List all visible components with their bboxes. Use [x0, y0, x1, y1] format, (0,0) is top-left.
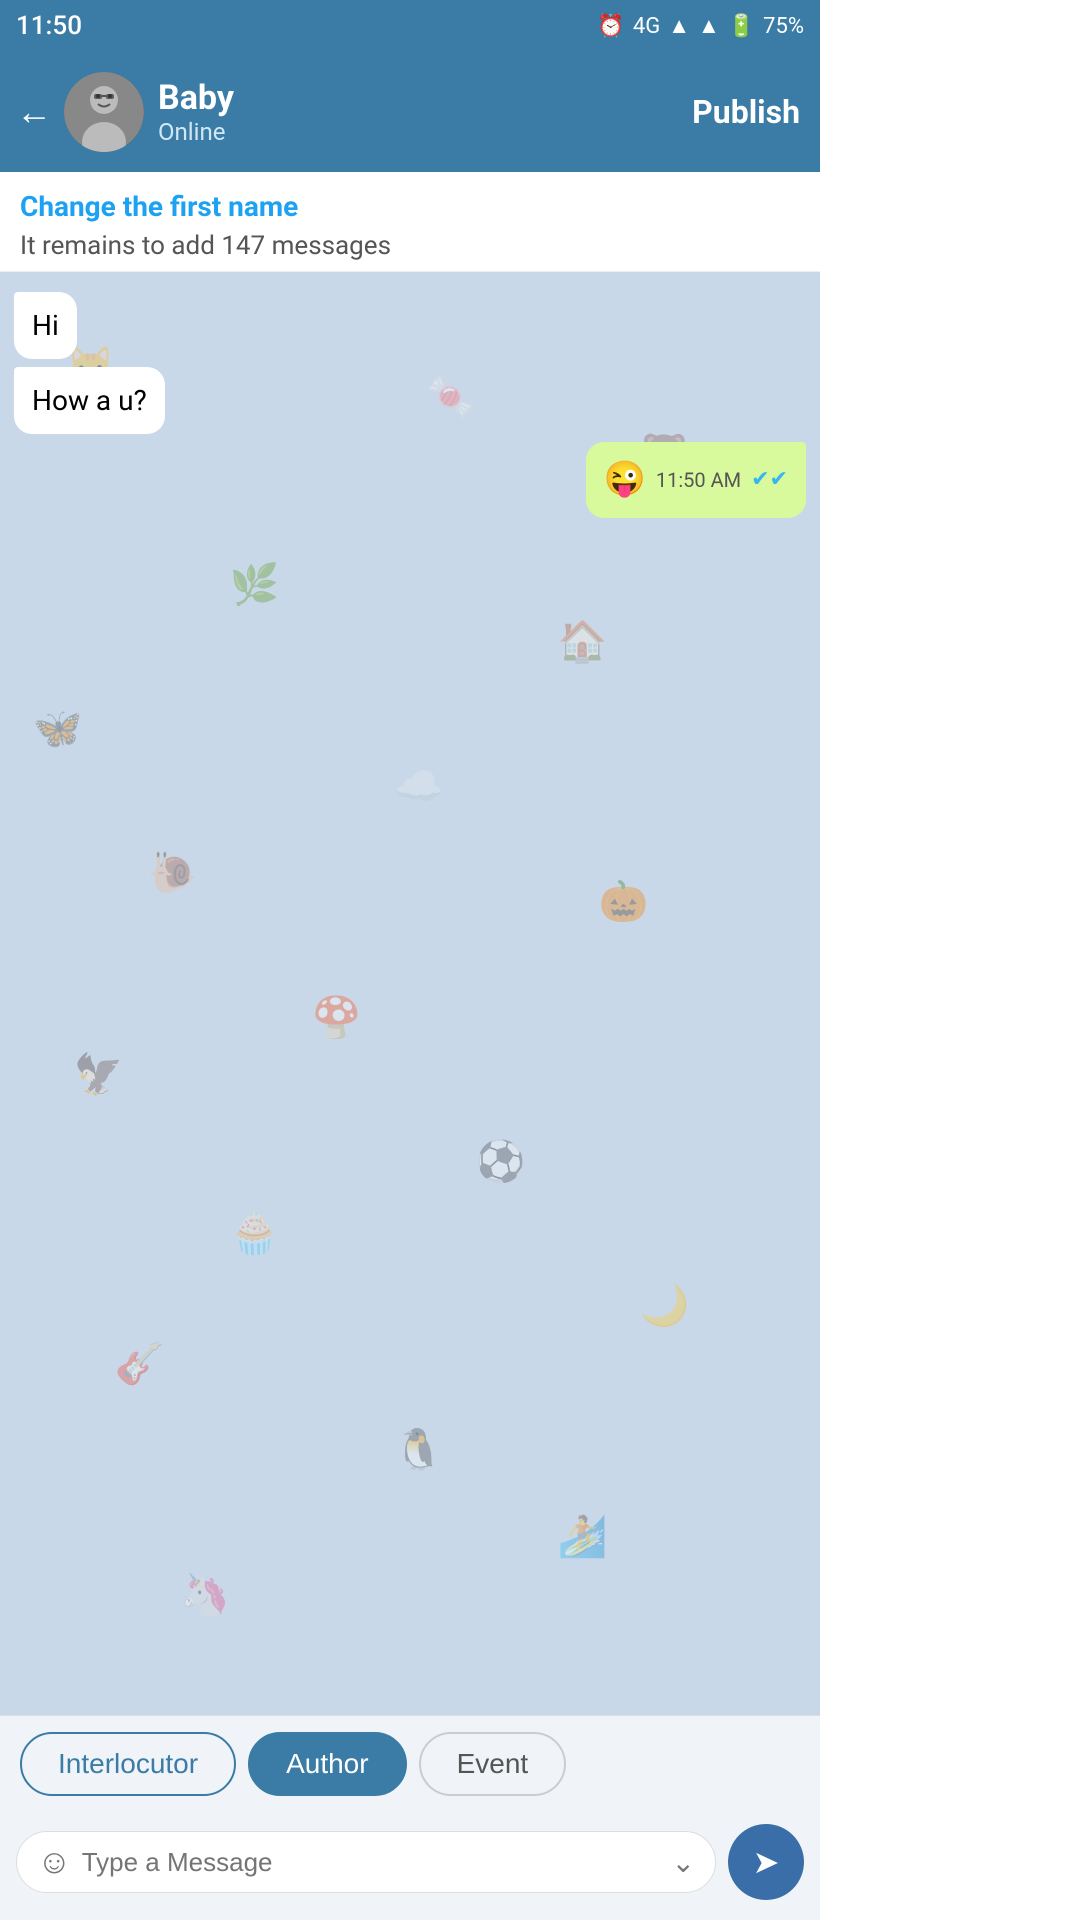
- contact-status: Online: [158, 118, 688, 146]
- doodle-icon: 🎸: [115, 1340, 165, 1387]
- doodle-icon: 🐌: [148, 849, 198, 896]
- header-info: Baby Online: [158, 78, 688, 147]
- message-bubble-1: Hi: [14, 292, 77, 359]
- doodle-icon: 🐧: [394, 1426, 444, 1473]
- doodle-icon: 🦄: [180, 1571, 230, 1618]
- message-text: How a u?: [32, 384, 147, 417]
- doodle-icon: ☁️: [394, 763, 444, 810]
- input-bar: ☺ ⌄ ➤: [0, 1812, 820, 1920]
- doodle-icon: 🌿: [230, 561, 280, 608]
- message-input-wrap: ☺ ⌄: [16, 1831, 716, 1893]
- chat-area: 🐱 🍬 🐻 🌿 🏠 🦋 ☁️ 🐌 🎃 🍄 🦅 ⚽ 🧁 🌙 🎸 🐧 🏄 🦄 Hi …: [0, 272, 820, 1715]
- contact-avatar: [64, 72, 144, 152]
- publish-button[interactable]: Publish: [688, 85, 804, 139]
- notice-bar: Change the first name It remains to add …: [0, 172, 820, 272]
- notice-subtitle: It remains to add 147 messages: [20, 231, 800, 261]
- message-input[interactable]: [82, 1847, 662, 1878]
- status-time: 11:50: [16, 11, 82, 41]
- status-icons: ⏰ 4G ▲ ▲ 🔋 75%: [597, 13, 804, 39]
- emoji-button[interactable]: ☺: [37, 1842, 72, 1882]
- doodle-icon: 🧁: [230, 1210, 280, 1257]
- tab-event[interactable]: Event: [419, 1732, 567, 1796]
- message-bubble-2: How a u?: [14, 367, 165, 434]
- chevron-down-icon[interactable]: ⌄: [672, 1846, 695, 1879]
- signal-icon-2: ▲: [698, 13, 720, 39]
- tab-interlocutor[interactable]: Interlocutor: [20, 1732, 236, 1796]
- doodle-icon: 🌙: [640, 1282, 690, 1329]
- battery-label: 75%: [763, 14, 804, 39]
- tab-bar: Interlocutor Author Event: [0, 1715, 820, 1812]
- message-time: 11:50 AM: [656, 466, 741, 494]
- tab-author[interactable]: Author: [248, 1732, 407, 1796]
- doodle-icon: 🎃: [599, 878, 649, 925]
- send-button[interactable]: ➤: [728, 1824, 804, 1900]
- message-text: Hi: [32, 309, 59, 342]
- status-bar: 11:50 ⏰ 4G ▲ ▲ 🔋 75%: [0, 0, 820, 52]
- back-button[interactable]: ←: [16, 94, 52, 130]
- signal-icon: ▲: [668, 13, 690, 39]
- send-icon: ➤: [753, 1843, 780, 1881]
- alarm-icon: ⏰: [597, 14, 624, 39]
- notice-title[interactable]: Change the first name: [20, 190, 800, 223]
- message-bubble-3: 😜 11:50 AM ✔✔: [586, 442, 807, 518]
- doodle-icon: ⚽: [476, 1138, 526, 1185]
- signal-label: 4G: [633, 14, 660, 39]
- message-list: Hi How a u? 😜 11:50 AM ✔✔: [0, 272, 820, 538]
- header: ← Baby Online Publish: [0, 52, 820, 172]
- message-check-icon: ✔✔: [751, 465, 788, 496]
- doodle-icon: 🏠: [558, 618, 608, 665]
- doodle-icon: 🏄: [558, 1513, 608, 1560]
- doodle-icon: 🦋: [33, 705, 83, 752]
- contact-name: Baby: [158, 78, 688, 119]
- doodle-icon: 🦅: [74, 1051, 124, 1098]
- doodle-icon: 🍄: [312, 994, 362, 1041]
- battery-icon: 🔋: [728, 14, 755, 39]
- message-emoji: 😜: [604, 456, 646, 504]
